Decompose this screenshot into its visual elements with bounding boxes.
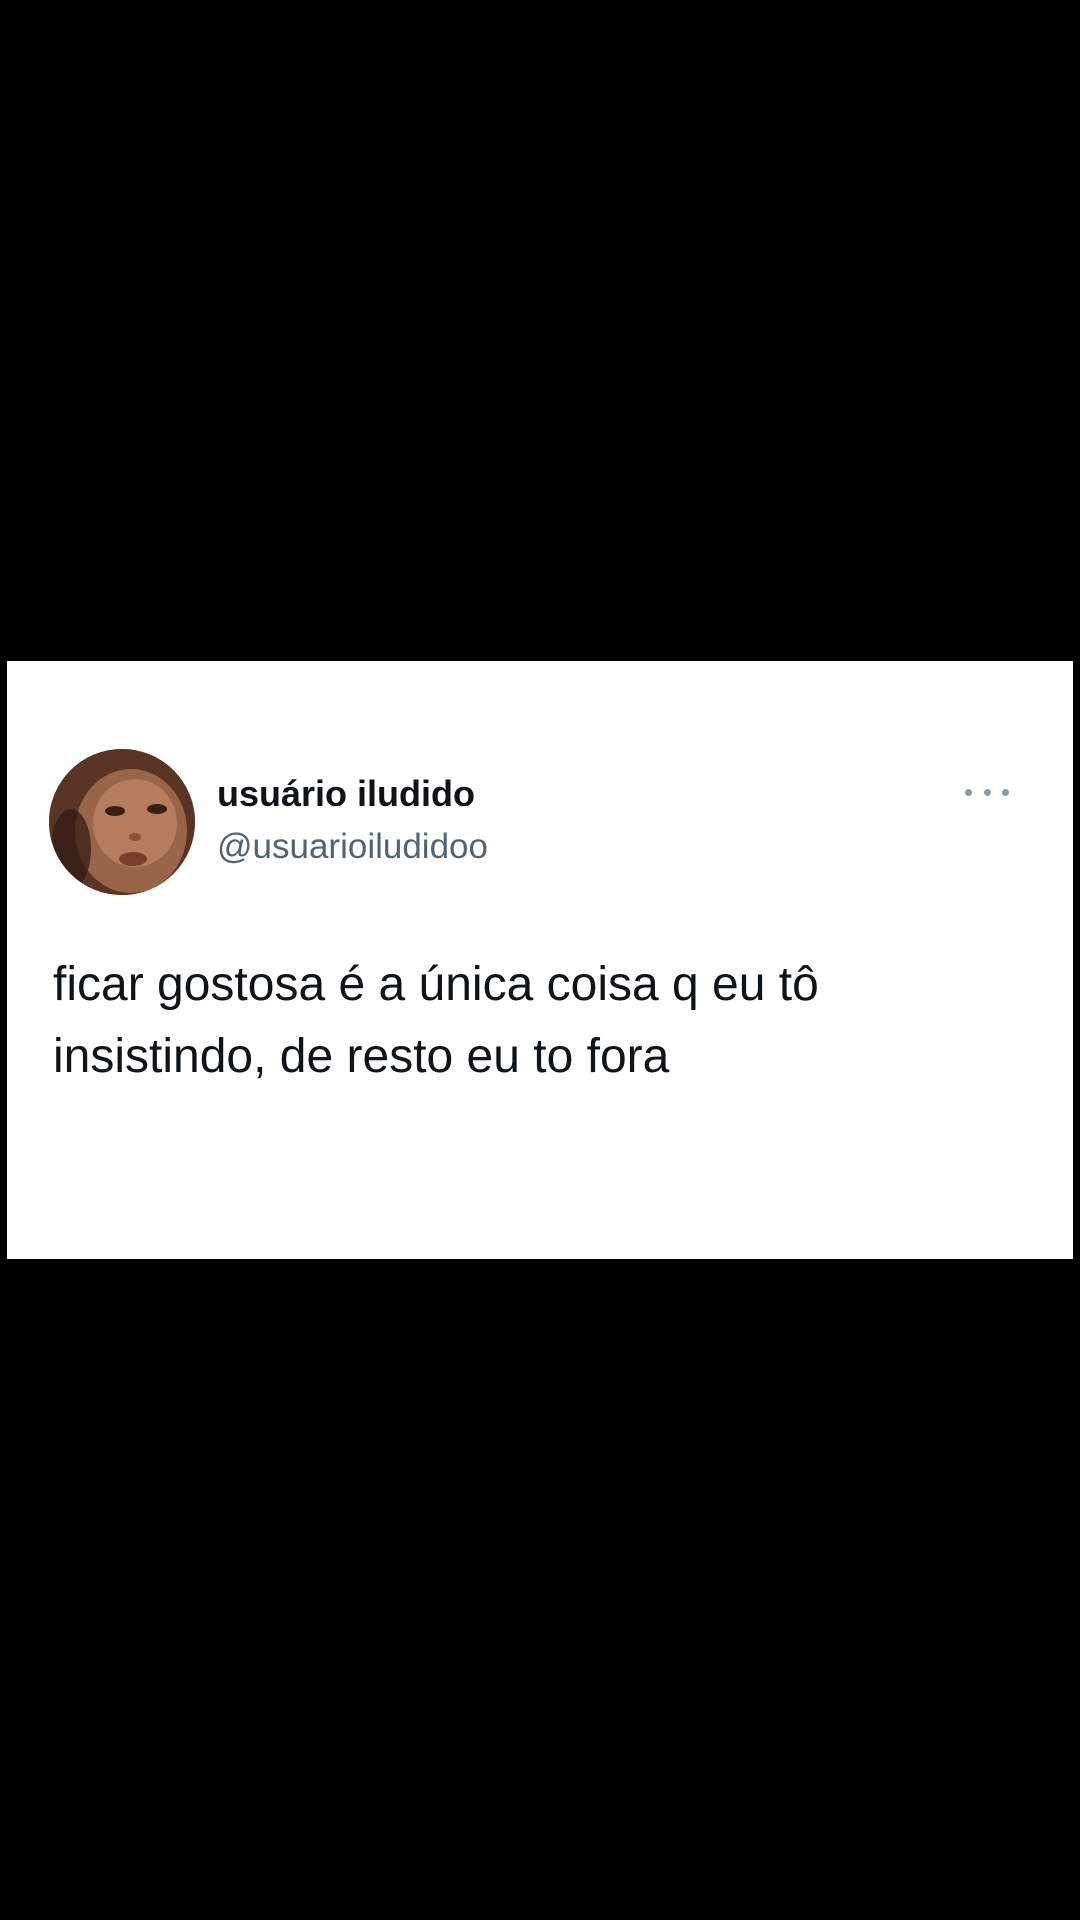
dot — [1002, 788, 1009, 796]
screen: usuário iludido @usuarioiludidoo ficar g… — [0, 0, 1080, 1920]
dot — [983, 788, 991, 796]
tweet-card: usuário iludido @usuarioiludidoo ficar g… — [7, 661, 1073, 1259]
display-name[interactable]: usuário iludido — [217, 773, 475, 815]
tweet-text: ficar gostosa é a única coisa q eu tô in… — [53, 958, 819, 1083]
more-horizontal-icon[interactable] — [965, 782, 1009, 802]
dot — [965, 788, 972, 796]
avatar[interactable] — [49, 749, 195, 895]
user-handle[interactable]: @usuarioiludidoo — [217, 827, 488, 867]
